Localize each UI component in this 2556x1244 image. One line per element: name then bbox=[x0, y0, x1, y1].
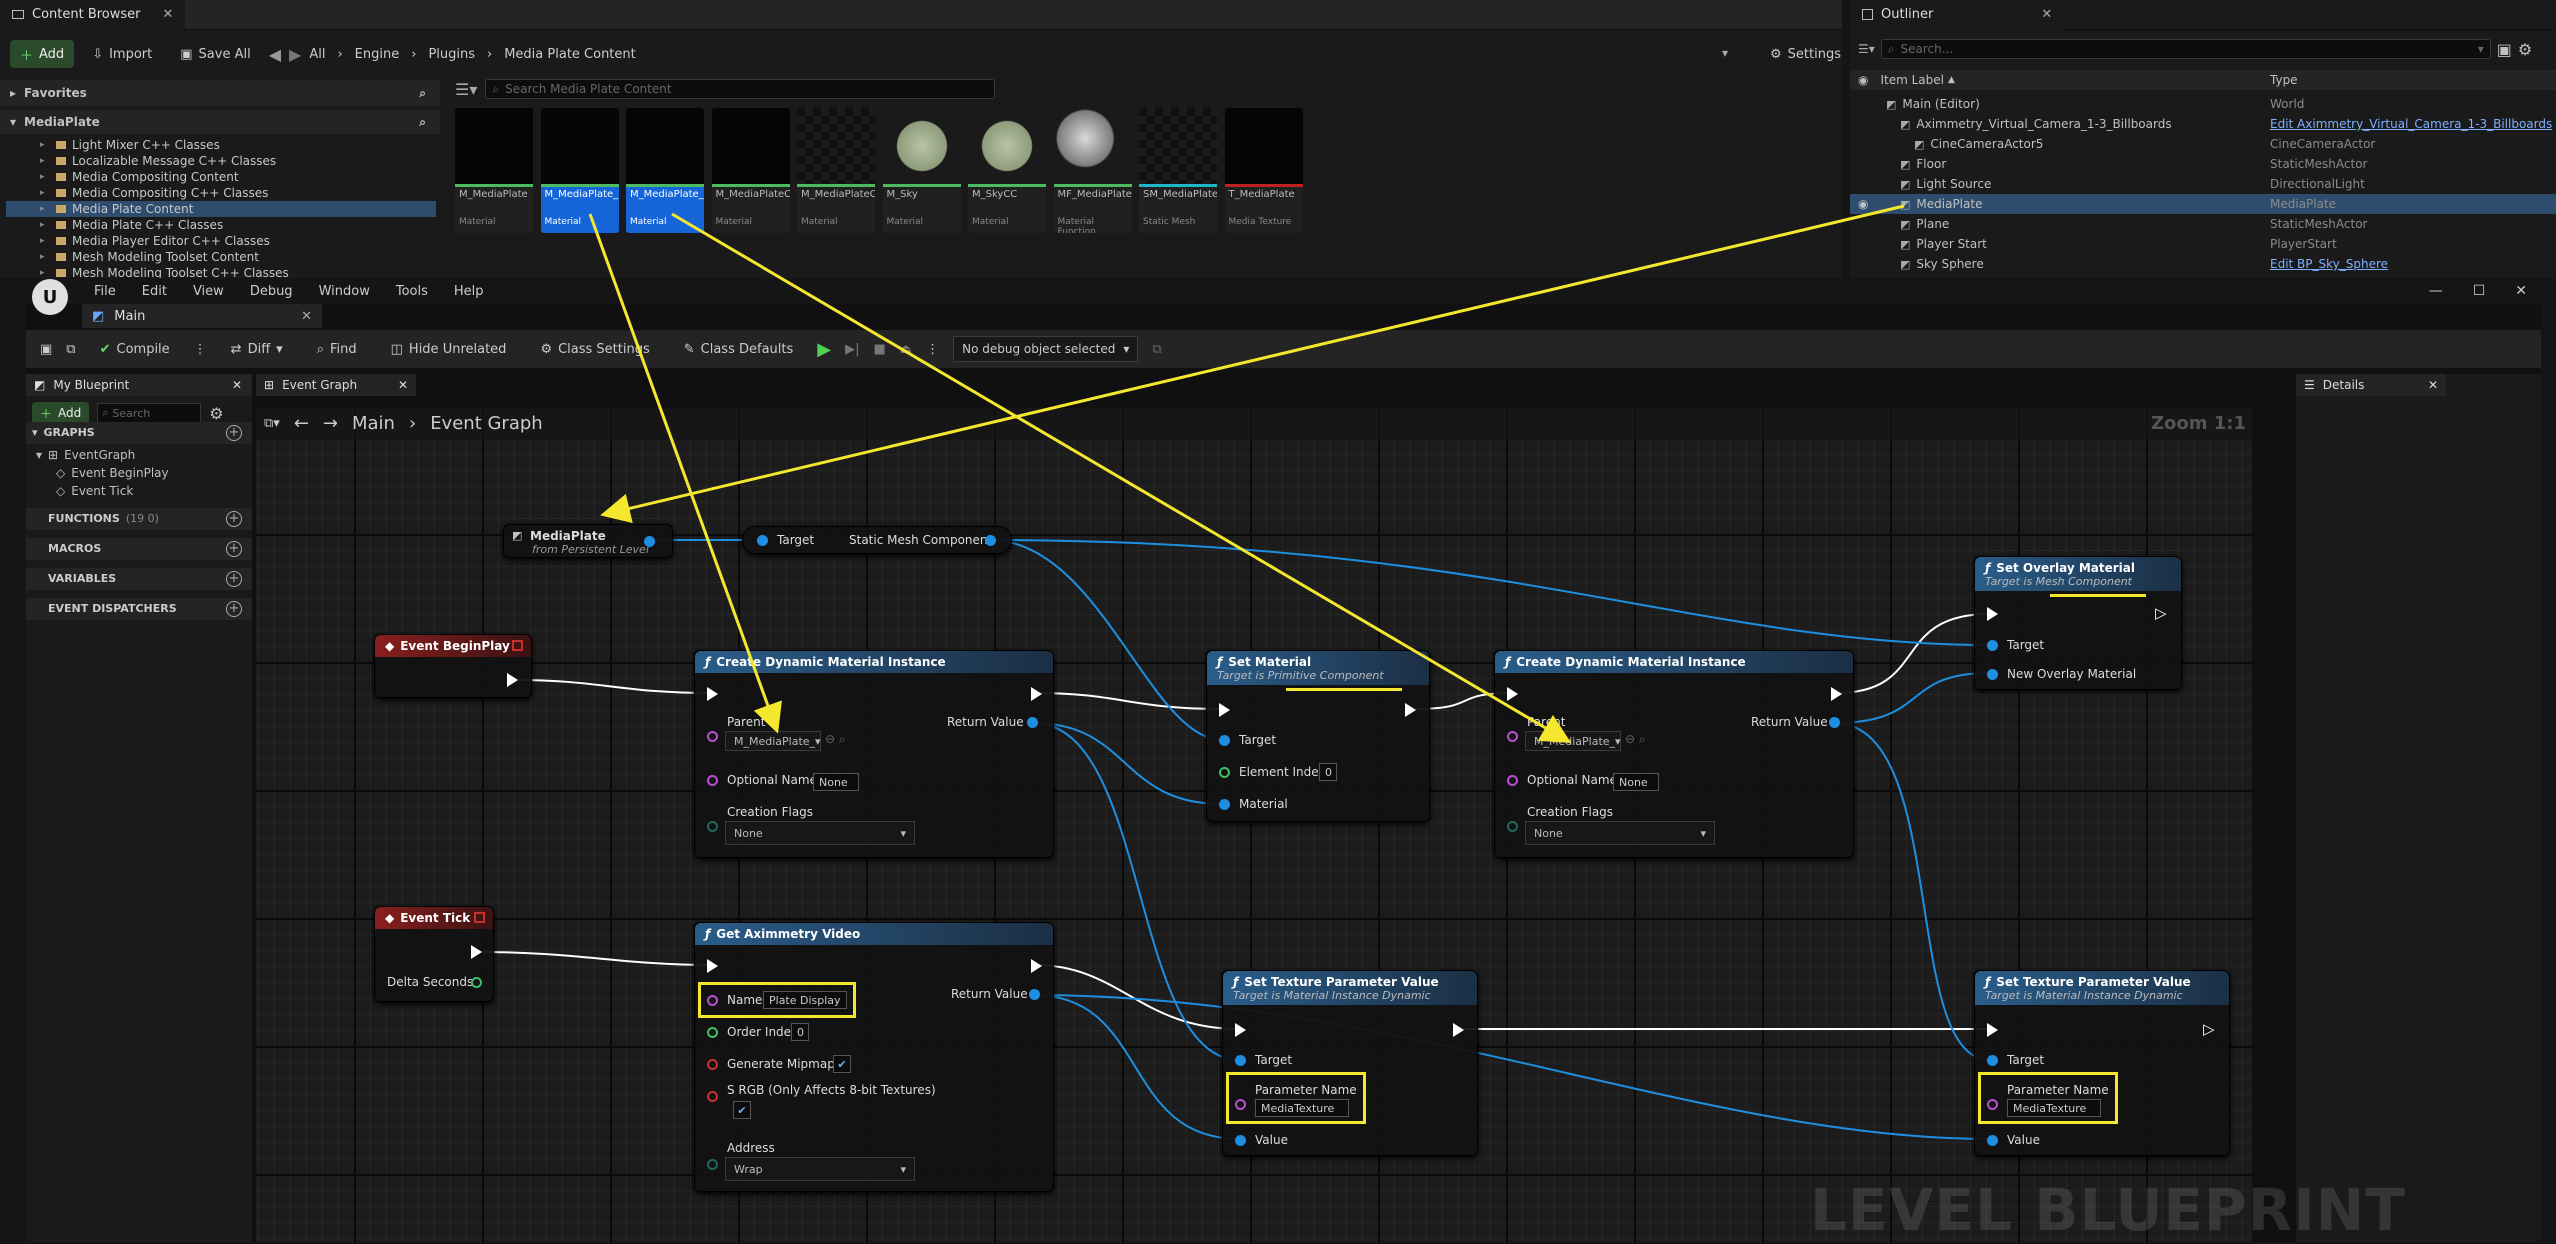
annotation-arrows bbox=[588, 204, 1905, 744]
arrow-masked-to-parent bbox=[588, 213, 782, 734]
arrow-outliner-to-ref bbox=[600, 204, 1905, 524]
arrow-overlay-to-parent bbox=[671, 212, 1572, 744]
